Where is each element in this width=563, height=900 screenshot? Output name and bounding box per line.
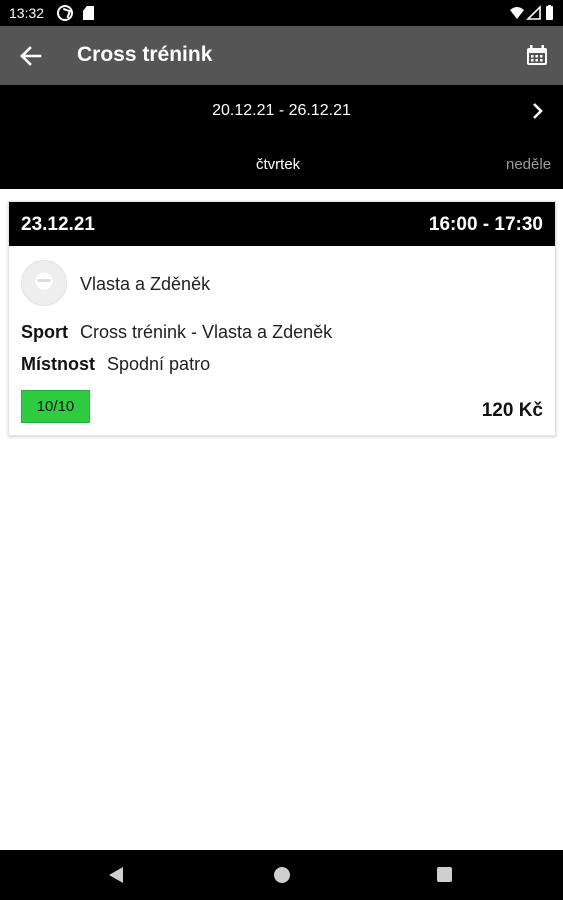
status-right-icons: [510, 5, 553, 20]
arrow-left-icon[interactable]: [14, 40, 46, 72]
signal-icon: [526, 5, 541, 20]
tab-sunday[interactable]: neděle: [506, 156, 551, 173]
wifi-icon: [510, 7, 524, 19]
capacity-badge: 10/10: [21, 390, 90, 423]
sport-label: Sport: [21, 322, 68, 342]
sync-icon: [57, 5, 73, 21]
status-time: 13:32: [9, 5, 45, 21]
trainer-name: Vlasta a Zděněk: [80, 274, 211, 294]
event-card[interactable]: 23.12.21 16:00 - 17:30 Vlasta a Zděněk S…: [8, 201, 556, 436]
calendar-icon[interactable]: [520, 40, 554, 72]
system-nav-bar: [0, 850, 563, 900]
event-time: 16:00 - 17:30: [428, 214, 543, 235]
page-title: Cross trénink: [77, 43, 213, 66]
event-date: 23.12.21: [21, 214, 95, 235]
week-selector: 20.12.21 - 26.12.21: [0, 85, 563, 137]
room-value: Spodní patro: [107, 354, 211, 374]
day-tabs: čtvrtek neděle: [0, 137, 563, 189]
battery-icon: [546, 6, 553, 20]
avatar: [21, 260, 67, 306]
price: 120 Kč: [481, 400, 543, 421]
status-bar: 13:32: [0, 0, 563, 26]
nav-back-icon[interactable]: [108, 866, 124, 884]
sd-card-icon: [83, 6, 94, 20]
chevron-right-icon[interactable]: [526, 97, 550, 125]
week-range: 20.12.21 - 26.12.21: [212, 102, 351, 119]
nav-home-icon[interactable]: [274, 867, 290, 883]
room-label: Místnost: [21, 354, 95, 374]
nav-recents-icon[interactable]: [437, 867, 452, 882]
app-bar: Cross trénink: [0, 26, 563, 85]
event-card-header: 23.12.21 16:00 - 17:30: [9, 202, 555, 246]
sport-value: Cross trénink - Vlasta a Zdeněk: [80, 322, 333, 342]
tab-thursday[interactable]: čtvrtek: [256, 156, 300, 173]
